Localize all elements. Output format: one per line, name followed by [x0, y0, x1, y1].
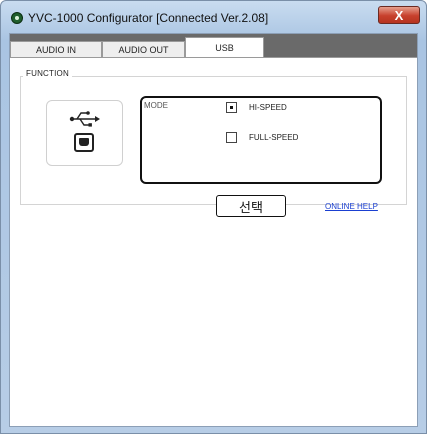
app-icon — [11, 12, 23, 24]
window-title: YVC-1000 Configurator [Connected Ver.2.0… — [28, 11, 269, 25]
close-button[interactable]: X — [378, 6, 420, 24]
configurator-window: YVC-1000 Configurator [Connected Ver.2.0… — [0, 0, 427, 434]
tab-audio-in[interactable]: AUDIO IN — [10, 41, 102, 57]
usb-tab-page: FUNCTION MODE HI-SPEED FULL-SPEED 선택 ONL… — [10, 57, 417, 426]
tab-strip: AUDIO IN AUDIO OUT USB — [10, 34, 417, 58]
usb-symbol-icon — [69, 111, 100, 127]
mode-highlight-frame — [140, 96, 382, 184]
client-area: AUDIO IN AUDIO OUT USB FUNCTION MODE HI-… — [9, 33, 418, 427]
select-callout: 선택 — [216, 195, 286, 217]
function-group-label: FUNCTION — [23, 69, 72, 78]
tab-audio-out[interactable]: AUDIO OUT — [102, 41, 185, 57]
online-help-link[interactable]: ONLINE HELP — [325, 202, 378, 211]
usb-b-connector-icon — [74, 133, 94, 152]
usb-icon-panel — [46, 100, 123, 166]
tab-usb[interactable]: USB — [185, 37, 264, 58]
title-bar[interactable]: YVC-1000 Configurator [Connected Ver.2.0… — [1, 1, 426, 33]
